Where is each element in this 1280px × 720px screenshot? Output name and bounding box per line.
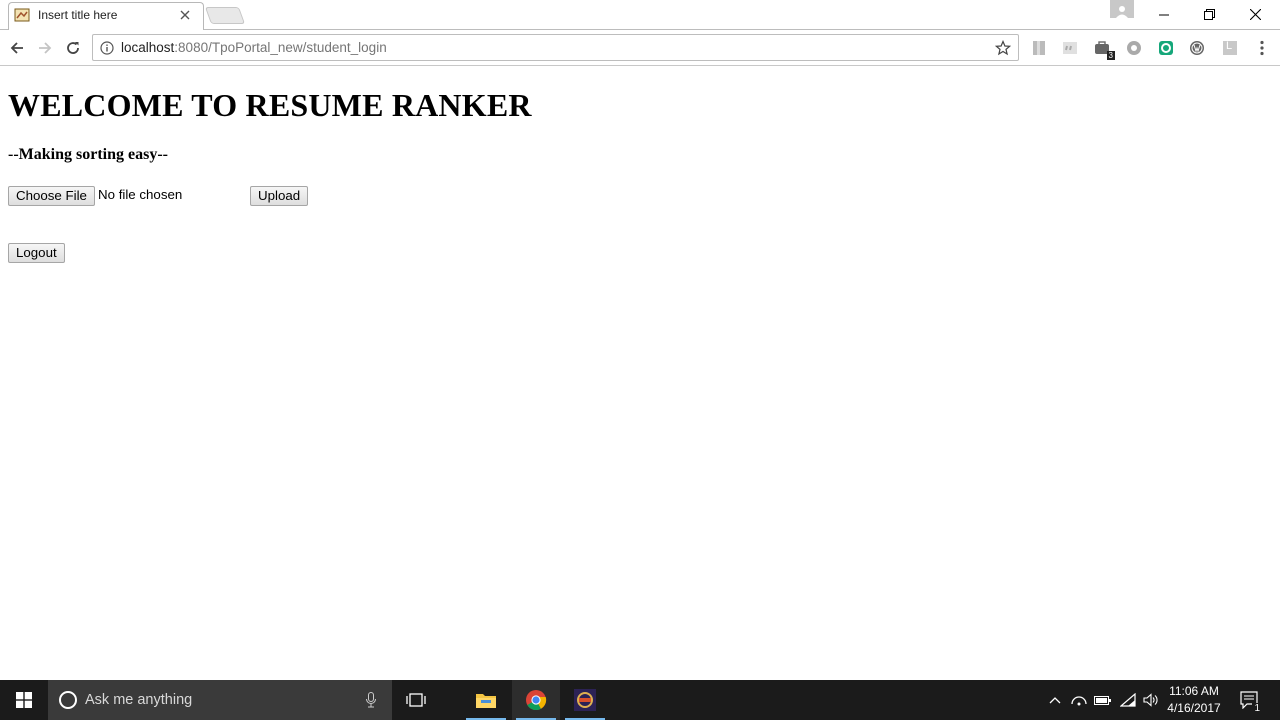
taskbar-clock[interactable]: 11:06 AM 4/16/2017 [1160,683,1228,717]
chrome-icon[interactable] [512,680,560,720]
extension-letter-icon[interactable]: L [1221,39,1239,57]
java-ee-icon[interactable] [561,680,609,720]
menu-dots-icon[interactable] [1253,39,1271,57]
url-path: :8080/TpoPortal_new/student_login [174,40,387,55]
tab-close-icon[interactable] [178,8,192,22]
bookmark-star-icon[interactable] [994,39,1012,57]
page-tagline: --Making sorting easy-- [8,146,168,163]
network-icon[interactable] [1067,680,1091,720]
upload-button[interactable]: Upload [250,186,309,206]
windows-start-icon[interactable] [0,680,48,720]
extension-quote-icon[interactable] [1061,39,1079,57]
extension-grammar-icon[interactable] [1157,39,1175,57]
extension-wordpress-icon[interactable] [1188,39,1206,57]
clock-time: 11:06 AM [1169,684,1219,698]
action-center-icon[interactable]: 1 [1232,680,1268,720]
task-view-icon[interactable] [392,680,440,720]
info-icon[interactable] [93,40,121,55]
close-window-icon[interactable] [1232,0,1278,29]
cortana-icon [59,691,77,709]
page-content: WELCOME TO RESUME RANKER --Making sortin… [0,67,1280,680]
page-title: WELCOME TO RESUME RANKER [8,87,532,123]
tab-strip: Insert title here [0,0,1280,31]
profile-icon[interactable] [1110,0,1134,18]
extension-bookmark-icon[interactable] [1030,39,1048,57]
taskbar-search-box[interactable]: Ask me anything [48,680,392,720]
battery-icon[interactable] [1091,680,1115,720]
microphone-icon[interactable] [364,691,378,709]
restore-icon[interactable] [1186,0,1232,29]
extension-soccer-icon[interactable] [1125,39,1143,57]
back-arrow-icon[interactable] [6,37,28,59]
file-status-text: No file chosen [98,187,183,202]
logout-button[interactable]: Logout [8,243,65,263]
extension-letter: L [1226,40,1233,52]
extension-briefcase-icon[interactable]: 3 [1093,39,1115,60]
file-explorer-icon[interactable] [462,680,510,720]
url-host: localhost [121,40,175,55]
forward-arrow-icon[interactable] [34,37,56,59]
windows-taskbar: Ask me anything 11:06 AM 4/16/2017 1 [0,680,1280,720]
tab-title: Insert title here [38,8,118,22]
search-placeholder: Ask me anything [85,692,193,708]
browser-toolbar: localhost:8080/TpoPortal_new/student_log… [0,30,1280,66]
new-tab-button[interactable] [204,7,246,24]
notification-count: 1 [1252,703,1262,714]
reload-icon[interactable] [62,37,84,59]
page-favicon [14,7,30,23]
address-bar[interactable]: localhost:8080/TpoPortal_new/student_log… [92,34,1019,61]
clock-date: 4/16/2017 [1167,701,1221,715]
browser-tab-content[interactable]: Insert title here [10,2,200,28]
choose-file-button[interactable]: Choose File [8,186,95,206]
address-url[interactable]: localhost:8080/TpoPortal_new/student_log… [121,40,387,55]
minimize-icon[interactable] [1141,0,1187,29]
extension-badge: 3 [1106,51,1115,60]
wifi-icon[interactable] [1116,680,1140,720]
chevron-up-icon[interactable] [1043,680,1067,720]
